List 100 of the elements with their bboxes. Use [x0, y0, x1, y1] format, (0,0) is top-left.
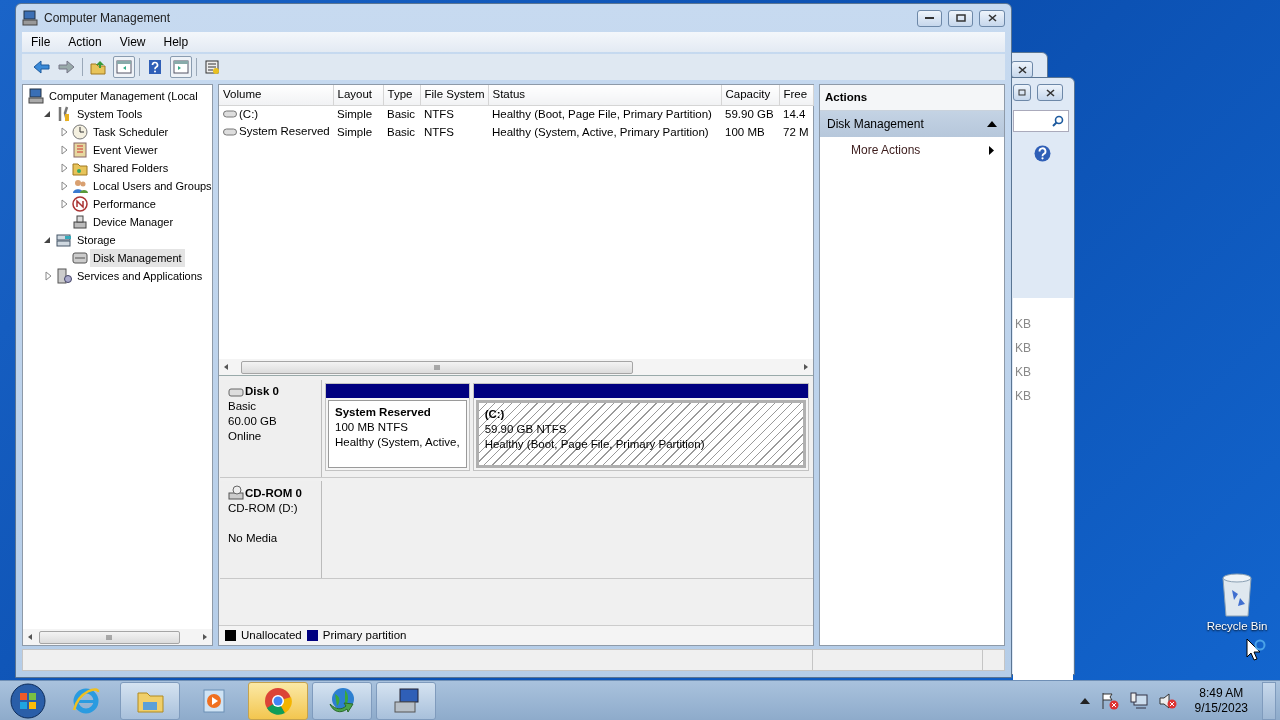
partition-block[interactable]: (C:) 59.90 GB NTFS Healthy (Boot, Page File, Primary Partition)	[472, 383, 809, 471]
search-field[interactable]	[1013, 110, 1069, 132]
table-cell: 14.4	[779, 105, 813, 124]
table-cell: 59.90 GB	[721, 105, 779, 124]
minimize-button[interactable]	[917, 9, 942, 27]
tree-item[interactable]: System Tools	[74, 104, 146, 124]
desktop-icon-label[interactable]: Recycle Bin	[1206, 618, 1268, 636]
tree-item[interactable]: Local Users and Groups	[90, 176, 212, 196]
computer-management-icon	[22, 10, 38, 26]
horizontal-scrollbar[interactable]	[219, 359, 813, 375]
menu-item[interactable]: Help	[154, 33, 198, 51]
partition-size: 59.90 GB NTFS	[484, 422, 568, 437]
table-cell: NTFS	[420, 105, 488, 124]
table-cell-text: Simple	[336, 124, 374, 140]
collapsed-arrow-icon[interactable]	[58, 144, 70, 156]
taskbar-button[interactable]	[376, 681, 436, 720]
partition-block[interactable]: System Reserved 100 MB NTFS Healthy (System, Active,	[325, 383, 470, 471]
clock-date[interactable]: 9/15/2023	[1194, 700, 1248, 716]
action-section-header[interactable]: Disk Management	[820, 111, 1004, 138]
pane-toggle-icon	[115, 58, 133, 76]
tree-item[interactable]: Task Scheduler	[90, 122, 172, 142]
table-cell-text: 100 MB	[724, 124, 766, 140]
collapsed-arrow-icon[interactable]	[58, 162, 70, 174]
tree-item[interactable]: Event Viewer	[90, 140, 161, 160]
action-pane-toggle-icon	[172, 58, 190, 76]
collapsed-arrow-icon[interactable]	[42, 270, 54, 282]
clock-time[interactable]: 8:49 AM	[1194, 685, 1248, 701]
table-cell: Healthy (Boot, Page File, Primary Partition)	[488, 105, 721, 124]
speaker-muted-icon	[1157, 691, 1178, 710]
scroll-thumb[interactable]	[39, 630, 180, 644]
disk-status: Online	[228, 429, 263, 444]
tree-item[interactable]: Shared Folders	[90, 158, 172, 178]
log-icon	[72, 142, 88, 158]
grip-icon	[433, 363, 441, 371]
column-header[interactable]: Free	[779, 85, 813, 105]
collapsed-arrow-icon[interactable]	[58, 180, 70, 192]
legend-label: Primary partition	[322, 627, 407, 643]
column-header[interactable]: Capacity	[721, 85, 779, 105]
window-title: Computer Management	[44, 10, 172, 27]
toolbar-button[interactable]	[170, 56, 192, 78]
column-header[interactable]: Status	[488, 85, 721, 105]
scroll-left-icon	[222, 363, 230, 371]
action-item[interactable]: More Actions	[820, 137, 1004, 164]
menu-item[interactable]: Action	[59, 33, 111, 51]
drive-icon	[223, 110, 237, 119]
table-cell-text: 72 M	[782, 124, 810, 140]
chrome-icon	[263, 685, 293, 716]
submenu-arrow-icon	[989, 145, 994, 155]
table-cell[interactable]: System Reserved	[223, 123, 330, 141]
close-icon	[1017, 65, 1027, 74]
column-header[interactable]: Layout	[333, 85, 383, 105]
table-cell[interactable]: (C:)	[223, 105, 259, 123]
close-button[interactable]	[1037, 84, 1063, 101]
tree-item[interactable]: Computer Management (Local	[46, 86, 201, 106]
table-cell-text: NTFS	[423, 124, 456, 140]
tree-item[interactable]: Services and Applications	[74, 266, 206, 286]
show-hidden-icons-icon	[1079, 697, 1090, 704]
column-header[interactable]: File System	[420, 85, 488, 105]
properties-icon	[203, 58, 221, 76]
horizontal-scrollbar[interactable]	[23, 629, 212, 645]
network-icon	[1129, 691, 1148, 710]
tree-item[interactable]: Storage	[74, 230, 119, 250]
menu-item[interactable]: File	[22, 33, 60, 51]
taskbar-button[interactable]	[248, 681, 308, 720]
tree-item[interactable]: Device Manager	[90, 212, 177, 232]
restore-button[interactable]	[1013, 84, 1031, 101]
flag-icon	[1099, 691, 1120, 710]
size-text: KB	[1014, 316, 1032, 333]
maximize-button[interactable]	[948, 9, 973, 27]
help-icon	[146, 58, 164, 76]
collapsed-arrow-icon[interactable]	[58, 198, 70, 210]
disk-size: 60.00 GB	[228, 414, 278, 429]
tree-item[interactable]: Performance	[90, 194, 159, 214]
column-header[interactable]: Volume	[219, 85, 333, 105]
windows-logo-icon	[10, 682, 46, 719]
disk-type: Basic	[228, 399, 258, 414]
collapsed-arrow-icon[interactable]	[58, 126, 70, 138]
device-icon	[72, 214, 88, 230]
disk-name: Disk 0	[245, 384, 279, 399]
disk-drive-icon	[72, 250, 88, 266]
tree-item[interactable]: Disk Management	[90, 248, 185, 268]
volume-name: System Reserved	[239, 124, 330, 140]
scroll-right-icon	[201, 633, 209, 641]
up-folder-icon	[89, 58, 107, 76]
services-icon	[56, 268, 72, 284]
users-icon	[72, 178, 88, 194]
gauge-icon	[72, 196, 88, 212]
disk-name: CD-ROM 0	[245, 485, 302, 501]
column-header[interactable]: Type	[383, 85, 420, 105]
toolbar-button[interactable]	[113, 56, 135, 78]
minimize-icon	[925, 16, 934, 20]
menu-item[interactable]: View	[110, 33, 155, 51]
taskbar-button[interactable]	[312, 681, 372, 720]
scroll-thumb[interactable]	[241, 360, 633, 374]
size-text: KB	[1014, 364, 1032, 381]
close-button[interactable]	[979, 9, 1005, 27]
table-cell-text: Basic	[386, 124, 417, 140]
help-icon[interactable]	[1034, 145, 1051, 162]
show-desktop-button[interactable]	[1262, 681, 1276, 720]
drive-icon	[223, 128, 237, 136]
